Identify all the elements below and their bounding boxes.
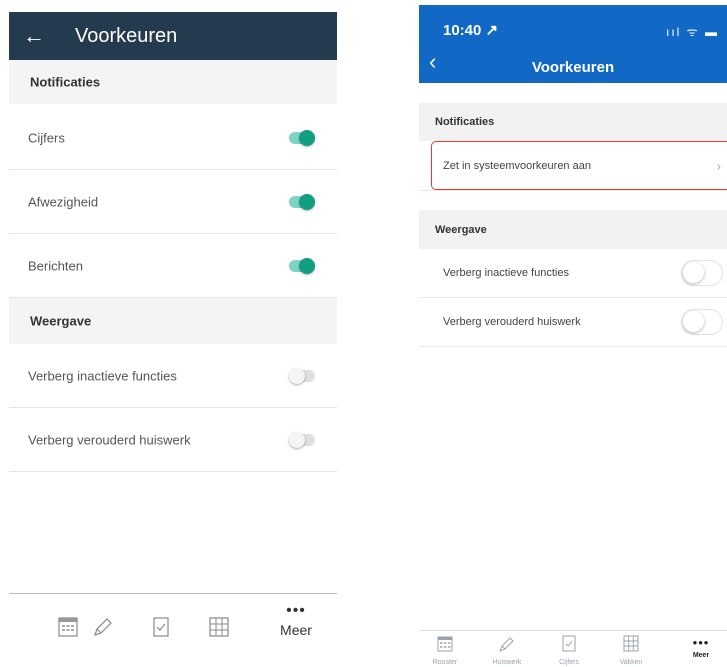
setting-row-verberg-inactieve-functies[interactable]: Verberg inactieve functies [9, 344, 337, 408]
section-header-weergave: Weergave [9, 298, 337, 344]
section-title: Weergave [435, 223, 487, 236]
more-icon: ••• [286, 602, 306, 619]
toggle-switch[interactable] [681, 309, 723, 335]
section-title: Notificaties [435, 116, 495, 128]
toggle-switch[interactable] [289, 367, 317, 384]
setting-row-cijfers[interactable]: Cijfers [9, 106, 337, 170]
toggle-switch[interactable] [289, 129, 317, 146]
setting-row-afwezigheid[interactable]: Afwezigheid [9, 170, 337, 234]
highlight-box [431, 141, 727, 190]
setting-label: Cijfers [28, 130, 65, 145]
toggle-switch[interactable] [681, 260, 723, 286]
calendar-icon[interactable] [53, 616, 83, 644]
time-text: 10:40 [443, 22, 482, 39]
checklist-icon [562, 635, 576, 652]
setting-row-verberg-inactieve-functies[interactable]: Verberg inactieve functies [419, 249, 727, 298]
toggle-switch[interactable] [289, 193, 317, 210]
setting-row-berichten[interactable]: Berichten [9, 234, 337, 298]
page-title: Voorkeuren [531, 59, 615, 76]
grid-icon [623, 635, 639, 652]
section-title: Weergave [30, 313, 92, 329]
status-time: 10:40 ↗ [443, 21, 498, 39]
checklist-icon[interactable] [146, 616, 176, 644]
grid-icon[interactable] [204, 616, 234, 644]
tab-huiswerk[interactable]: Huiswerk [483, 635, 531, 666]
android-bottom-nav: ••• Meer [9, 593, 337, 667]
tab-vakken[interactable]: Vakken [607, 635, 655, 666]
toggle-switch[interactable] [289, 431, 317, 448]
tab-rooster[interactable]: Rooster [421, 635, 469, 666]
android-app-bar: ← Voorkeuren [9, 12, 337, 60]
tab-meer[interactable]: ••• Meer [677, 635, 725, 659]
pencil-icon [499, 637, 514, 652]
setting-label: Verberg verouderd huiswerk [28, 432, 191, 447]
spacer [419, 83, 727, 103]
back-arrow-icon[interactable]: ← [23, 12, 45, 60]
tab-label: Vakken [619, 659, 643, 666]
ios-screen: 10:40 ↗ ııl ᯤ ▬ ‹ Voorkeuren Notificatie… [419, 0, 727, 667]
ios-navigation-bar: 10:40 ↗ ııl ᯤ ▬ ‹ Voorkeuren [419, 5, 727, 83]
status-icons: ııl ᯤ ▬ [666, 25, 719, 39]
section-title: Notificaties [30, 74, 101, 90]
location-icon: ↗ [485, 22, 499, 39]
more-tab[interactable]: ••• Meer [271, 602, 321, 639]
tab-label: Meer [692, 652, 710, 659]
section-header-notificaties: Notificaties [419, 103, 727, 141]
tab-cijfers[interactable]: Cijfers [545, 635, 593, 666]
toggle-switch[interactable] [289, 257, 317, 274]
tab-label: Huiswerk [492, 659, 522, 666]
tab-label: Cijfers [559, 659, 579, 666]
pencil-icon[interactable] [88, 616, 118, 644]
page-title: Voorkeuren [75, 25, 178, 47]
tab-label: Rooster [432, 659, 458, 666]
section-header-weergave: Weergave [419, 210, 727, 249]
setting-label: Berichten [28, 258, 83, 273]
more-icon: ••• [692, 635, 710, 650]
setting-row-verberg-verouderd-huiswerk[interactable]: Verberg verouderd huiswerk [419, 298, 727, 347]
setting-label: Verberg inactieve functies [28, 368, 177, 383]
setting-label: Verberg verouderd huiswerk [443, 316, 581, 328]
section-header-notificaties: Notificaties [9, 60, 337, 104]
more-label: Meer [280, 622, 312, 638]
android-screen: ← Voorkeuren Notificaties Cijfers Afwezi… [9, 0, 337, 667]
calendar-icon [437, 636, 453, 652]
setting-label: Verberg inactieve functies [443, 267, 569, 279]
setting-label: Afwezigheid [28, 194, 99, 209]
setting-row-verberg-verouderd-huiswerk[interactable]: Verberg verouderd huiswerk [9, 408, 337, 472]
ios-tab-bar: Rooster Huiswerk Cijfers Vakken ••• Meer [419, 630, 727, 667]
